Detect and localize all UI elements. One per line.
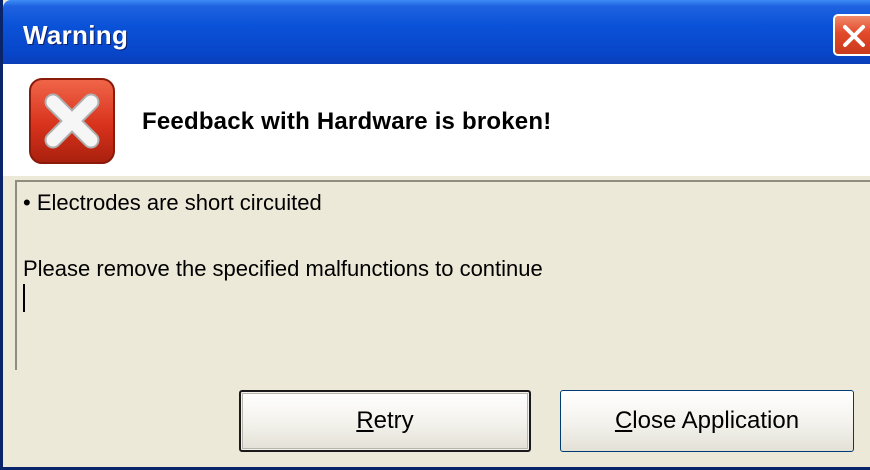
close-application-button[interactable]: Close Application [560, 390, 854, 452]
retry-mnemonic: R [356, 407, 374, 434]
window-title: Warning [23, 20, 129, 50]
error-icon [29, 78, 115, 164]
message-line-instruction: Please remove the specified malfunctions… [23, 256, 543, 281]
retry-label-rest: etry [373, 407, 414, 434]
error-heading: Feedback with Hardware is broken! [142, 108, 552, 135]
close-icon [843, 25, 865, 47]
message-box[interactable]: • Electrodes are short circuited Please … [15, 180, 870, 370]
text-caret [23, 284, 25, 312]
title-bar[interactable]: Warning [3, 0, 870, 64]
close-button[interactable] [833, 14, 870, 56]
header-panel: Feedback with Hardware is broken! [3, 64, 870, 176]
warning-dialog: Warning Feedback with Hardware is broken… [0, 0, 870, 470]
close-application-label-rest: lose Application [632, 407, 800, 434]
close-application-mnemonic: C [614, 407, 633, 434]
retry-button[interactable]: Retry [239, 390, 531, 452]
message-line-electrodes: • Electrodes are short circuited [23, 190, 322, 215]
